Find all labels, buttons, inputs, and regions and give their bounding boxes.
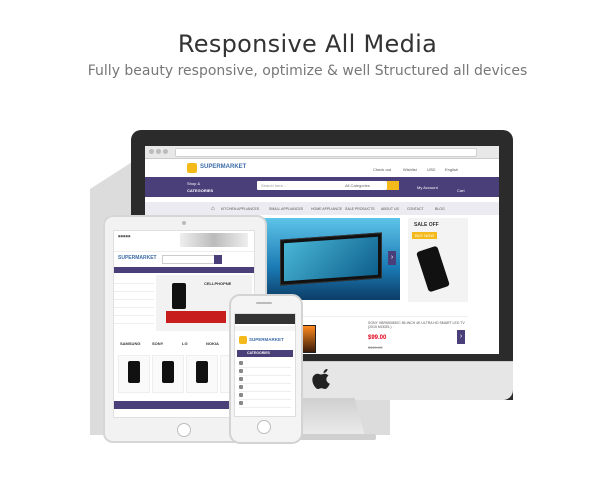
menu-item-sale[interactable]: SALE PRODUCTS xyxy=(345,207,375,211)
promo-button[interactable]: BUY NOW xyxy=(412,232,438,239)
product-title[interactable]: SONY XBR65X850C 65-INCH 4K ULTRA HD SMAR… xyxy=(368,321,466,329)
hero-banner[interactable] xyxy=(260,218,400,300)
site-logo[interactable]: SUPERMARKET xyxy=(200,164,246,170)
tv-image xyxy=(280,232,382,286)
tablet-home-button[interactable] xyxy=(177,423,191,437)
phone-category-item[interactable] xyxy=(239,368,291,376)
search-input[interactable]: Search here... All Categories xyxy=(257,181,387,190)
menu-item-small[interactable]: SMALL APPLIANCES xyxy=(269,207,303,211)
top-link-wishlist[interactable]: Wishlist xyxy=(403,167,417,172)
phone-topbar xyxy=(235,326,295,331)
phone-screen: SUPERMARKET CATEGORIES xyxy=(234,313,296,417)
menu-item-about[interactable]: ABOUT US xyxy=(381,207,399,211)
menu-item-blog[interactable]: BLOG xyxy=(435,207,445,211)
url-bar[interactable] xyxy=(175,148,477,157)
phone-category-item[interactable] xyxy=(239,360,291,368)
currency-select[interactable]: USD xyxy=(427,167,435,172)
tablet-top-text: ◼◼◼◼◼ xyxy=(118,234,131,238)
top-link-checkout[interactable]: Check out xyxy=(373,167,391,172)
categories-toggle[interactable]: CATEGORIES xyxy=(187,188,213,193)
phone-category-item[interactable] xyxy=(239,384,291,392)
search-button[interactable] xyxy=(387,181,399,190)
tablet-category-list xyxy=(114,275,154,331)
side-promo[interactable]: SALE OFF BUY NOW xyxy=(408,218,468,302)
site-topbar: SUPERMARKET Check out Wishlist USD Engli… xyxy=(145,159,499,177)
page-title: Responsive All Media xyxy=(177,30,438,58)
menu-item-home[interactable]: HOME APPLIANCE xyxy=(311,207,342,211)
page-subtitle: Fully beauty responsive, optimize & well… xyxy=(87,63,528,79)
tablet-header-banner xyxy=(180,233,248,247)
tablet-nav[interactable] xyxy=(114,267,254,273)
phone-home-button[interactable] xyxy=(257,420,271,434)
browser-chrome xyxy=(145,146,499,159)
cart-logo-icon xyxy=(239,336,247,344)
promo-title: SALE OFF xyxy=(414,222,439,228)
cart-logo-icon xyxy=(187,163,197,173)
product-price: $99.00 xyxy=(368,335,387,341)
menu-item-kitchen[interactable]: KITCHEN APPLIANCES xyxy=(221,207,259,211)
brand-sony[interactable]: SONY xyxy=(152,341,163,346)
brand-lg[interactable]: LG xyxy=(182,341,188,346)
phone-image xyxy=(172,283,186,309)
search-icon[interactable] xyxy=(214,255,222,264)
tablet-category-item[interactable] xyxy=(114,315,154,324)
search-placeholder: Search here... xyxy=(261,183,287,188)
phone-image xyxy=(416,245,450,293)
tablet-banner-label: CELLPHOPNE xyxy=(204,281,232,286)
tablet-product-card[interactable] xyxy=(186,355,218,393)
tablet-product-card[interactable] xyxy=(152,355,184,393)
shop-by-label: Shop & xyxy=(187,181,201,186)
browser-dot-icon xyxy=(156,149,161,154)
tablet-product-card[interactable] xyxy=(118,355,150,393)
tablet-search-input[interactable] xyxy=(162,255,216,264)
product-old-price: $120.00 xyxy=(368,345,383,350)
phone-category-item[interactable] xyxy=(239,400,291,408)
chevron-right-icon[interactable]: › xyxy=(388,251,396,265)
chevron-right-icon[interactable]: › xyxy=(457,330,465,344)
main-menu: ⌂ KITCHEN APPLIANCES SMALL APPLIANCES HO… xyxy=(145,202,499,215)
browser-dot-icon xyxy=(163,149,168,154)
home-icon[interactable]: ⌂ xyxy=(211,206,215,212)
tablet-logo[interactable]: SUPERMARKET xyxy=(118,255,157,261)
menu-item-contact[interactable]: CONTACT xyxy=(407,207,424,211)
phone-speaker xyxy=(256,302,272,304)
tablet-topbar: ◼◼◼◼◼ xyxy=(114,231,254,252)
language-select[interactable]: English xyxy=(445,167,458,172)
tablet-camera xyxy=(182,221,186,225)
browser-dot-icon xyxy=(149,149,154,154)
brand-nokia[interactable]: NOKIA xyxy=(206,341,219,346)
phone-logo[interactable]: SUPERMARKET xyxy=(249,337,284,342)
cart-link[interactable]: Cart xyxy=(457,188,465,193)
search-category-select[interactable]: All Categories xyxy=(345,183,370,188)
phone-categories-bar[interactable]: CATEGORIES xyxy=(237,350,293,357)
tablet-banner-stage xyxy=(166,311,226,323)
phone-category-item[interactable] xyxy=(239,376,291,384)
brand-samsung[interactable]: SAMSUNG xyxy=(120,341,140,346)
phone-categories-title: CATEGORIES xyxy=(247,351,270,355)
account-link[interactable]: My Account xyxy=(417,185,438,190)
apple-logo-icon xyxy=(312,368,330,389)
phone-top-banner xyxy=(235,314,295,324)
phone-category-item[interactable] xyxy=(239,392,291,400)
